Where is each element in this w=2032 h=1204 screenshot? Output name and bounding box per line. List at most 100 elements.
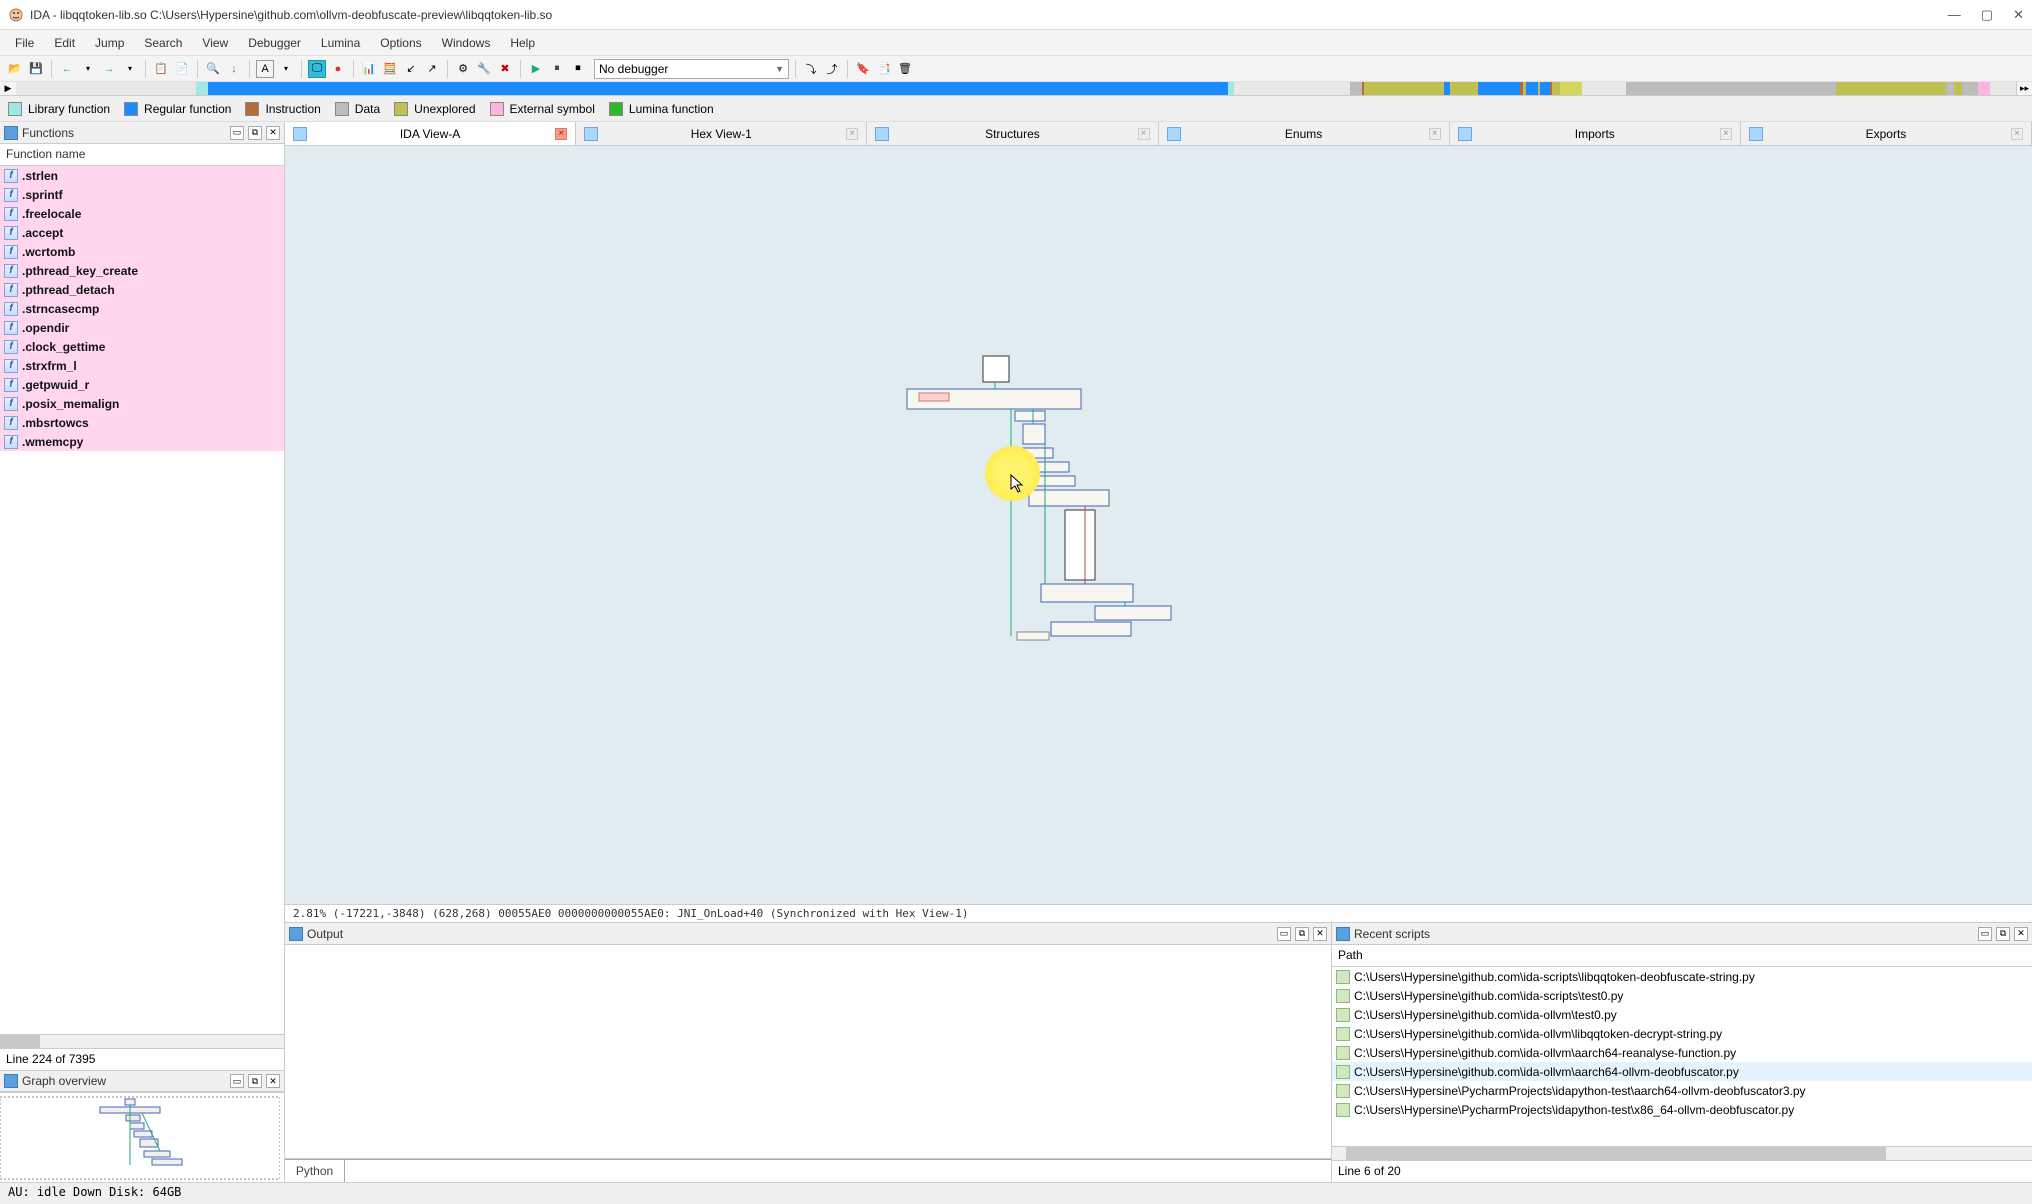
function-item[interactable]: f.strncasecmp	[0, 299, 284, 318]
stop-run-icon[interactable]: ⏹	[569, 60, 587, 78]
panel-close-icon[interactable]: ✕	[1313, 927, 1327, 941]
panel-restore-icon[interactable]: ▭	[1277, 927, 1291, 941]
record-icon[interactable]: ●	[329, 60, 347, 78]
search-icon[interactable]: 🔍	[204, 60, 222, 78]
navband-play-icon[interactable]: ▶	[0, 82, 16, 95]
menu-options[interactable]: Options	[371, 33, 430, 53]
xref-from-icon[interactable]: ↗	[423, 60, 441, 78]
tab-enums[interactable]: Enums×	[1159, 122, 1450, 145]
menu-search[interactable]: Search	[135, 33, 191, 53]
tab-close-icon[interactable]: ×	[1429, 128, 1441, 140]
navband-right-icon[interactable]: ▸▸	[2016, 82, 2032, 95]
function-item[interactable]: f.posix_memalign	[0, 394, 284, 413]
panel-restore-icon[interactable]: ▭	[230, 126, 244, 140]
stop-icon[interactable]: ✖	[496, 60, 514, 78]
copy-icon[interactable]: 📋	[152, 60, 170, 78]
bp-clear-icon[interactable]: 🗑	[896, 60, 914, 78]
function-item[interactable]: f.freelocale	[0, 204, 284, 223]
function-item[interactable]: f.wmemcpy	[0, 432, 284, 451]
search-next-icon[interactable]: ↓	[225, 60, 243, 78]
nav-segment[interactable]	[1552, 82, 1560, 95]
calc-icon[interactable]: 🧮	[381, 60, 399, 78]
function-item[interactable]: f.pthread_key_create	[0, 261, 284, 280]
bp-icon[interactable]: 🔖	[854, 60, 872, 78]
functions-list[interactable]: f.strlenf.sprintff.freelocalef.acceptf.w…	[0, 166, 284, 1034]
text-toggle-icon[interactable]: A	[256, 60, 274, 78]
nav-segment[interactable]	[1582, 82, 1626, 95]
functions-column-header[interactable]: Function name	[0, 144, 284, 166]
scripts-hscroll[interactable]	[1332, 1146, 2032, 1160]
scripts-list[interactable]: C:\Users\Hypersine\github.com\ida-script…	[1332, 967, 2032, 1146]
tab-close-icon[interactable]: ×	[2011, 128, 2023, 140]
panel-close-icon[interactable]: ✕	[266, 126, 280, 140]
script-item[interactable]: C:\Users\Hypersine\PycharmProjects\idapy…	[1332, 1081, 2032, 1100]
tab-hex-view-1[interactable]: Hex View-1×	[576, 122, 867, 145]
paste-icon[interactable]: 📄	[173, 60, 191, 78]
tab-imports[interactable]: Imports×	[1450, 122, 1741, 145]
nav-segment[interactable]	[1350, 82, 1362, 95]
nav-fwd-icon[interactable]: →	[100, 60, 118, 78]
script-item[interactable]: C:\Users\Hypersine\github.com\ida-ollvm\…	[1332, 1005, 2032, 1024]
nav-segment[interactable]	[1946, 82, 1954, 95]
output-body[interactable]	[285, 945, 1331, 1158]
minimize-button[interactable]: —	[1948, 7, 1961, 23]
nav-segment[interactable]	[1364, 82, 1444, 95]
function-item[interactable]: f.strlen	[0, 166, 284, 185]
nav-segment[interactable]	[1962, 82, 1978, 95]
panel-detach-icon[interactable]: ⧉	[1996, 927, 2010, 941]
view-toggle-icon[interactable]: 🖵	[308, 60, 326, 78]
bp-list-icon[interactable]: 📑	[875, 60, 893, 78]
nav-back-drop-icon[interactable]: ▾	[79, 60, 97, 78]
tab-exports[interactable]: Exports×	[1741, 122, 2032, 145]
panel-detach-icon[interactable]: ⧉	[248, 1074, 262, 1088]
menu-file[interactable]: File	[6, 33, 43, 53]
output-input-field[interactable]	[345, 1159, 1331, 1182]
function-item[interactable]: f.strxfrm_l	[0, 356, 284, 375]
function-item[interactable]: f.sprintf	[0, 185, 284, 204]
function-item[interactable]: f.pthread_detach	[0, 280, 284, 299]
tab-close-icon[interactable]: ×	[846, 128, 858, 140]
nav-band[interactable]: ▶ ▸▸	[0, 82, 2032, 96]
scripts-column-header[interactable]: Path	[1332, 945, 2032, 967]
menu-debugger[interactable]: Debugger	[239, 33, 310, 53]
tool-a-icon[interactable]: ⚙	[454, 60, 472, 78]
step-into-icon[interactable]: ⤵	[802, 60, 820, 78]
function-item[interactable]: f.accept	[0, 223, 284, 242]
maximize-button[interactable]: ▢	[1981, 7, 1993, 23]
tab-close-icon[interactable]: ×	[555, 128, 567, 140]
nav-segment[interactable]	[1450, 82, 1478, 95]
panel-restore-icon[interactable]: ▭	[230, 1074, 244, 1088]
script-item[interactable]: C:\Users\Hypersine\github.com\ida-ollvm\…	[1332, 1062, 2032, 1081]
function-item[interactable]: f.wcrtomb	[0, 242, 284, 261]
menu-jump[interactable]: Jump	[86, 33, 133, 53]
panel-detach-icon[interactable]: ⧉	[1295, 927, 1309, 941]
chart-icon[interactable]: 📊	[360, 60, 378, 78]
nav-segment[interactable]	[1990, 82, 2007, 95]
functions-hscroll[interactable]	[0, 1034, 284, 1048]
close-button[interactable]: ✕	[2013, 7, 2024, 23]
panel-close-icon[interactable]: ✕	[266, 1074, 280, 1088]
step-over-icon[interactable]: ⤴	[823, 60, 841, 78]
xref-to-icon[interactable]: ↙	[402, 60, 420, 78]
pause-icon[interactable]: ⏸	[548, 60, 566, 78]
run-icon[interactable]: ▶	[527, 60, 545, 78]
function-item[interactable]: f.clock_gettime	[0, 337, 284, 356]
nav-segment[interactable]	[1540, 82, 1550, 95]
menu-windows[interactable]: Windows	[433, 33, 500, 53]
nav-segment[interactable]	[1954, 82, 1962, 95]
nav-fwd-drop-icon[interactable]: ▾	[121, 60, 139, 78]
script-item[interactable]: C:\Users\Hypersine\github.com\ida-script…	[1332, 986, 2032, 1005]
script-item[interactable]: C:\Users\Hypersine\github.com\ida-script…	[1332, 967, 2032, 986]
script-item[interactable]: C:\Users\Hypersine\PycharmProjects\idapy…	[1332, 1100, 2032, 1119]
debugger-select[interactable]: No debugger ▼	[594, 59, 789, 79]
nav-segment[interactable]	[1626, 82, 1836, 95]
open-icon[interactable]: 📂	[6, 60, 24, 78]
output-lang-button[interactable]: Python	[285, 1159, 345, 1182]
nav-segment[interactable]	[208, 82, 1228, 95]
menu-view[interactable]: View	[193, 33, 237, 53]
nav-segment[interactable]	[196, 82, 208, 95]
script-item[interactable]: C:\Users\Hypersine\github.com\ida-ollvm\…	[1332, 1043, 2032, 1062]
nav-segment[interactable]	[1478, 82, 1520, 95]
function-item[interactable]: f.mbsrtowcs	[0, 413, 284, 432]
nav-back-icon[interactable]: ←	[58, 60, 76, 78]
